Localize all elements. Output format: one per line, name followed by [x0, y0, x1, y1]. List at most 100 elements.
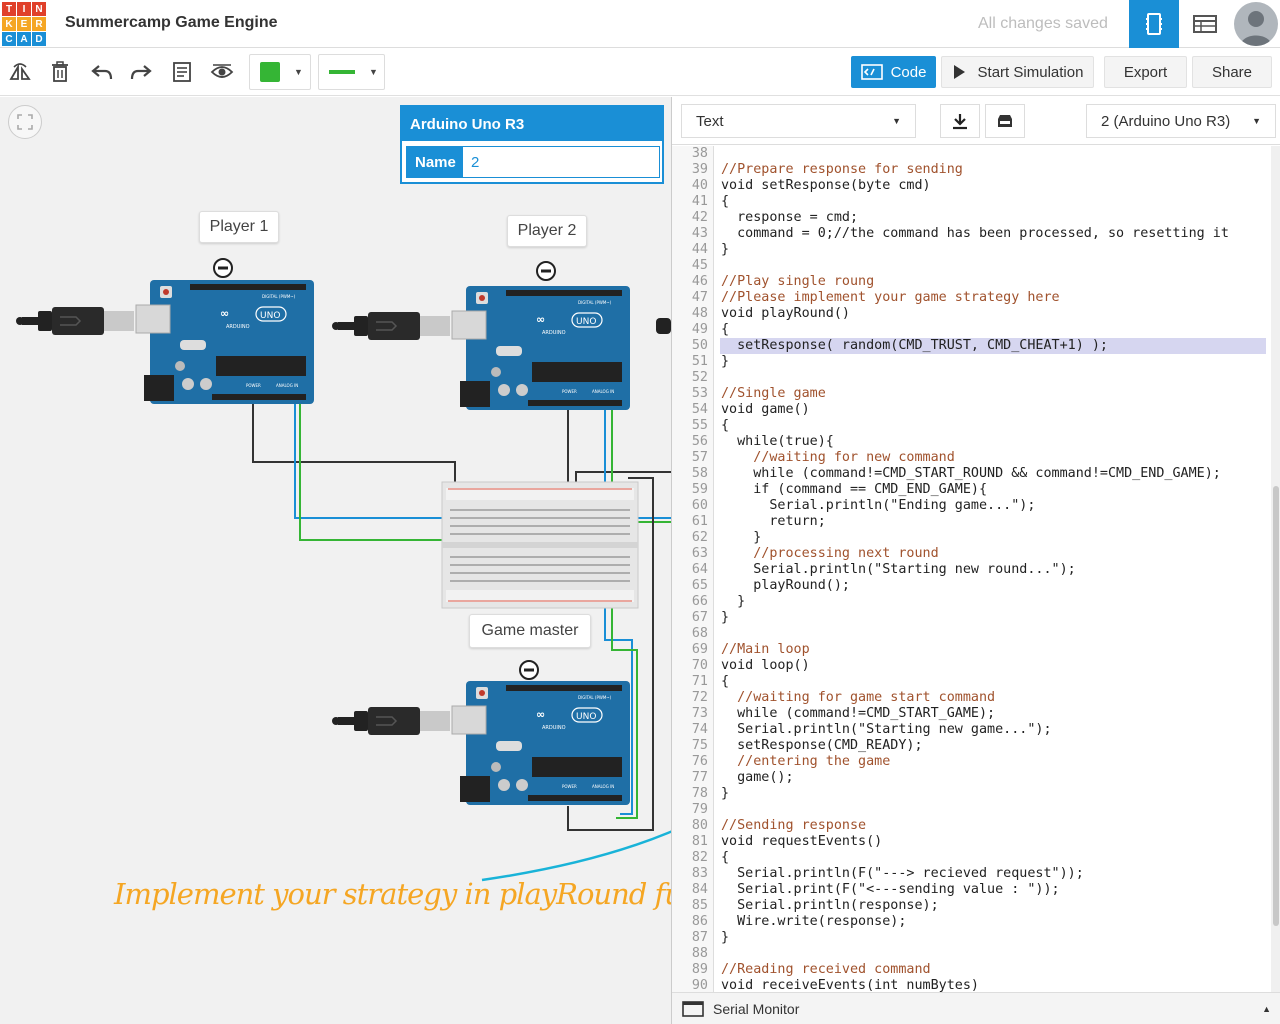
code-line[interactable]: 81 void requestEvents(): [672, 834, 1268, 850]
code-line[interactable]: 47 //Please implement your game strategy …: [672, 290, 1268, 306]
export-button[interactable]: Export: [1104, 56, 1187, 88]
code-line[interactable]: 59 if (command == CMD_END_GAME){: [672, 482, 1268, 498]
code-line[interactable]: 42 response = cmd;: [672, 210, 1268, 226]
code-line[interactable]: 58 while (command!=CMD_START_ROUND && co…: [672, 466, 1268, 482]
board-label-player-2[interactable]: Player 2: [507, 215, 587, 247]
line-number: 45: [691, 258, 708, 273]
editor-toolbar: ▼ ▼ Code Start Simulation Export Share: [0, 48, 1280, 96]
caret-up-icon[interactable]: ▲: [1262, 1004, 1271, 1014]
rotate-icon[interactable]: [4, 56, 36, 88]
line-number: 41: [691, 194, 708, 209]
logo-letter: D: [32, 32, 46, 46]
undo-icon[interactable]: [86, 56, 118, 88]
line-text: }: [721, 786, 730, 801]
code-line[interactable]: 73 while (command!=CMD_START_GAME);: [672, 706, 1268, 722]
name-field-value[interactable]: 2: [463, 147, 479, 177]
code-line[interactable]: 77 game();: [672, 770, 1268, 786]
code-line[interactable]: 56 while(true){: [672, 434, 1268, 450]
code-line[interactable]: 51}: [672, 354, 1268, 370]
code-line[interactable]: 71 {: [672, 674, 1268, 690]
code-line[interactable]: 83 Serial.println(F("---> recieved reque…: [672, 866, 1268, 882]
code-line[interactable]: 64 Serial.println("Starting new round...…: [672, 562, 1268, 578]
code-line[interactable]: 90 void receiveEvents(int numBytes): [672, 978, 1268, 992]
line-text: while(true){: [721, 434, 834, 449]
code-line[interactable]: 63 //processing next round: [672, 546, 1268, 562]
code-line[interactable]: 54 void game(): [672, 402, 1268, 418]
component-list-icon[interactable]: [1180, 0, 1230, 48]
code-line[interactable]: 39 //Prepare response for sending: [672, 162, 1268, 178]
code-line[interactable]: 53 //Single game: [672, 386, 1268, 402]
code-scrollbar-thumb[interactable]: [1273, 486, 1279, 926]
visibility-icon[interactable]: [206, 56, 238, 88]
code-line[interactable]: 38: [672, 146, 1268, 162]
code-line[interactable]: 41 {: [672, 194, 1268, 210]
code-line[interactable]: 60 Serial.println("Ending game...");: [672, 498, 1268, 514]
code-button[interactable]: Code: [851, 56, 936, 88]
upload-code-icon[interactable]: [985, 104, 1025, 138]
code-line[interactable]: 85 Serial.println(response);: [672, 898, 1268, 914]
redo-icon[interactable]: [125, 56, 157, 88]
line-text: //waiting for new command: [721, 450, 955, 465]
code-line[interactable]: 40 void setResponse(byte cmd): [672, 178, 1268, 194]
code-line[interactable]: 74 Serial.println("Starting new game..."…: [672, 722, 1268, 738]
notes-icon[interactable]: [166, 56, 198, 88]
code-line[interactable]: 72 //waiting for game start command: [672, 690, 1268, 706]
code-line[interactable]: 76 //entering the game: [672, 754, 1268, 770]
device-select[interactable]: 2 (Arduino Uno R3) ▼: [1086, 104, 1276, 138]
code-line[interactable]: 45: [672, 258, 1268, 274]
code-line[interactable]: 52: [672, 370, 1268, 386]
code-scrollbar[interactable]: [1271, 146, 1280, 992]
code-line[interactable]: 80 //Sending response: [672, 818, 1268, 834]
code-line[interactable]: 70 void loop(): [672, 658, 1268, 674]
line-text: }: [721, 530, 762, 545]
code-line[interactable]: 48 void playRound(): [672, 306, 1268, 322]
code-line[interactable]: 67}: [672, 610, 1268, 626]
user-avatar[interactable]: [1234, 2, 1278, 46]
code-line[interactable]: 55 {: [672, 418, 1268, 434]
code-editor[interactable]: 38 39 //Prepare response for sending 40 void…: [672, 146, 1280, 992]
line-text: Serial.println("Ending game...");: [721, 498, 1036, 513]
fill-color-dropdown[interactable]: ▼: [249, 54, 311, 90]
code-line[interactable]: 43 command = 0;//the command has been pr…: [672, 226, 1268, 242]
delete-icon[interactable]: [44, 56, 76, 88]
code-line[interactable]: 46 //Play single roung: [672, 274, 1268, 290]
device-select-value: 2 (Arduino Uno R3): [1101, 112, 1231, 130]
tinkercad-logo[interactable]: TIN KER CAD: [2, 2, 46, 46]
code-line[interactable]: 50 setResponse( random(CMD_TRUST, CMD_CH…: [672, 338, 1268, 354]
code-line[interactable]: 57 //waiting for new command: [672, 450, 1268, 466]
code-line[interactable]: 62 }: [672, 530, 1268, 546]
code-line[interactable]: 78}: [672, 786, 1268, 802]
code-line[interactable]: 82 {: [672, 850, 1268, 866]
code-line[interactable]: 84 Serial.print(F("<---sending value : "…: [672, 882, 1268, 898]
line-number: 51: [691, 354, 708, 369]
circuit-view-icon[interactable]: [1129, 0, 1179, 48]
code-toolbar: Text ▼ 2 (Arduino Uno R3) ▼: [672, 97, 1280, 145]
code-mode-select[interactable]: Text ▼: [681, 104, 916, 138]
code-line[interactable]: 88: [672, 946, 1268, 962]
code-line[interactable]: 75 setResponse(CMD_READY);: [672, 738, 1268, 754]
caret-down-icon: ▼: [892, 116, 901, 126]
code-line[interactable]: 66 }: [672, 594, 1268, 610]
line-text: Serial.println(F("---> recieved request"…: [721, 866, 1084, 881]
wire-color-dropdown[interactable]: ▼: [318, 54, 385, 90]
code-line[interactable]: 89 //Reading received command: [672, 962, 1268, 978]
code-line[interactable]: 68: [672, 626, 1268, 642]
code-line[interactable]: 87}: [672, 930, 1268, 946]
share-button[interactable]: Share: [1192, 56, 1272, 88]
serial-monitor-bar[interactable]: Serial Monitor ▲: [672, 992, 1280, 1024]
download-code-icon[interactable]: [940, 104, 980, 138]
board-label-player-1[interactable]: Player 1: [199, 211, 279, 243]
code-line[interactable]: 44}: [672, 242, 1268, 258]
code-line[interactable]: 61 return;: [672, 514, 1268, 530]
code-line[interactable]: 69 //Main loop: [672, 642, 1268, 658]
project-title[interactable]: Summercamp Game Engine: [65, 14, 278, 32]
code-line[interactable]: 86 Wire.write(response);: [672, 914, 1268, 930]
code-line[interactable]: 49 {: [672, 322, 1268, 338]
board-label-game-master[interactable]: Game master: [469, 614, 591, 648]
name-field[interactable]: Name 2: [406, 146, 660, 178]
circuit-canvas[interactable]: ∞ UNO ARDUINO DIGITAL (PWM~) POWER ANALO…: [0, 97, 671, 1024]
logo-letter: I: [17, 2, 31, 16]
start-simulation-button[interactable]: Start Simulation: [941, 56, 1094, 88]
code-line[interactable]: 65 playRound();: [672, 578, 1268, 594]
code-line[interactable]: 79: [672, 802, 1268, 818]
